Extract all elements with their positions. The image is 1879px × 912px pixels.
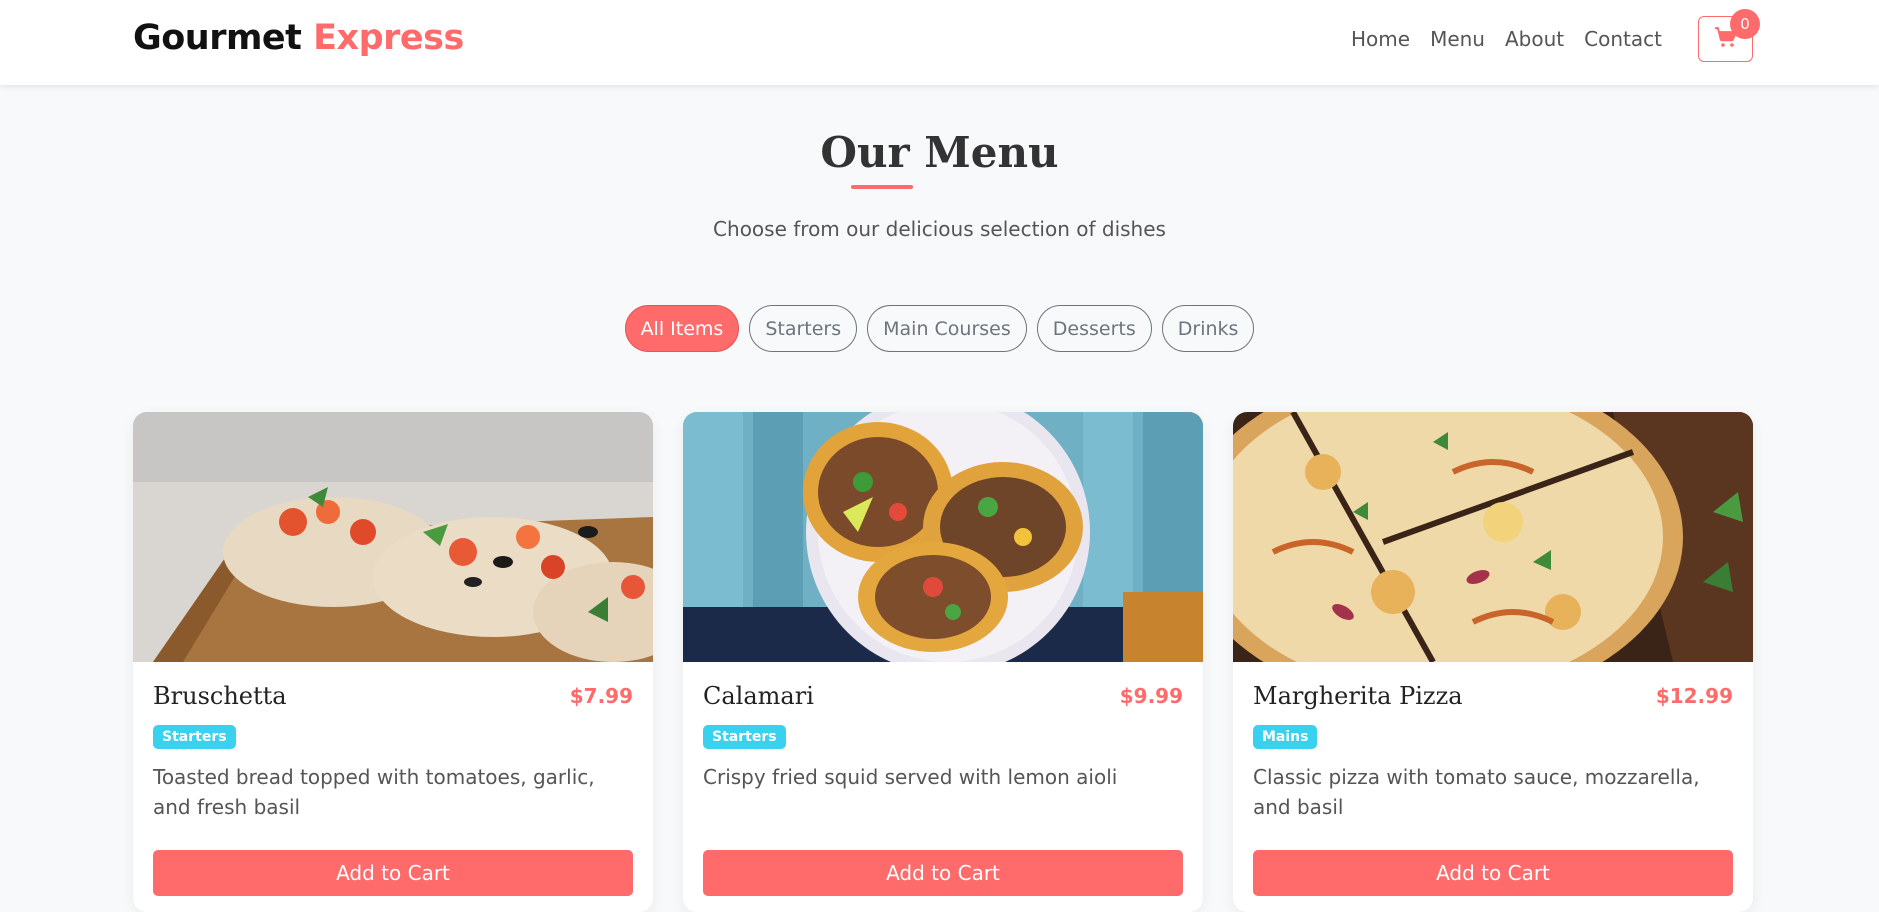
menu-item-card: Bruschetta $7.99 Starters Toasted bread … — [133, 412, 653, 912]
category-filters: All Items Starters Main Courses Desserts… — [0, 305, 1879, 352]
menu-item-name: Calamari — [703, 682, 814, 710]
menu-item-image — [683, 412, 1203, 662]
menu-item-card: Margherita Pizza $12.99 Mains Classic pi… — [1233, 412, 1753, 912]
menu-item-image — [1233, 412, 1753, 662]
add-to-cart-button[interactable]: Add to Cart — [153, 850, 633, 896]
cart-count-badge: 0 — [1730, 9, 1760, 39]
page-title: Our Menu — [820, 128, 1059, 177]
brand-name-accent: Express — [313, 18, 464, 58]
filter-main-courses[interactable]: Main Courses — [867, 305, 1027, 352]
menu-items-grid: Bruschetta $7.99 Starters Toasted bread … — [133, 412, 1753, 912]
menu-item-description: Toasted bread topped with tomatoes, garl… — [153, 765, 595, 819]
nav-links: Home Menu About Contact — [1351, 27, 1682, 51]
menu-item-price: $7.99 — [569, 684, 633, 708]
menu-item-name: Margherita Pizza — [1253, 682, 1463, 710]
menu-item-description: Classic pizza with tomato sauce, mozzare… — [1253, 765, 1700, 819]
filter-drinks[interactable]: Drinks — [1161, 305, 1255, 352]
title-underline — [851, 185, 913, 189]
filter-all-items[interactable]: All Items — [624, 305, 740, 352]
menu-item-price: $12.99 — [1655, 684, 1733, 708]
add-to-cart-button[interactable]: Add to Cart — [703, 850, 1183, 896]
cart-button[interactable]: 0 — [1698, 9, 1760, 62]
category-badge: Starters — [153, 725, 236, 749]
navbar: Gourmet Express Home Menu About Contact … — [0, 0, 1879, 85]
category-badge: Starters — [703, 725, 786, 749]
nav-link-contact[interactable]: Contact — [1584, 27, 1662, 51]
nav-link-about[interactable]: About — [1505, 27, 1564, 51]
menu-item-description: Crispy fried squid served with lemon aio… — [703, 765, 1118, 789]
page-subtitle: Choose from our delicious selection of d… — [713, 217, 1166, 241]
filter-starters[interactable]: Starters — [749, 305, 858, 352]
brand-logo[interactable]: Gourmet Express — [133, 18, 464, 58]
nav-link-home[interactable]: Home — [1351, 27, 1410, 51]
menu-item-image — [133, 412, 653, 662]
add-to-cart-button[interactable]: Add to Cart — [1253, 850, 1733, 896]
brand-name-primary: Gourmet — [133, 18, 302, 58]
filter-desserts[interactable]: Desserts — [1036, 305, 1152, 352]
menu-item-price: $9.99 — [1119, 684, 1183, 708]
nav-link-menu[interactable]: Menu — [1430, 27, 1485, 51]
menu-item-name: Bruschetta — [153, 682, 287, 710]
menu-item-card: Calamari $9.99 Starters Crispy fried squ… — [683, 412, 1203, 912]
category-badge: Mains — [1253, 725, 1318, 749]
